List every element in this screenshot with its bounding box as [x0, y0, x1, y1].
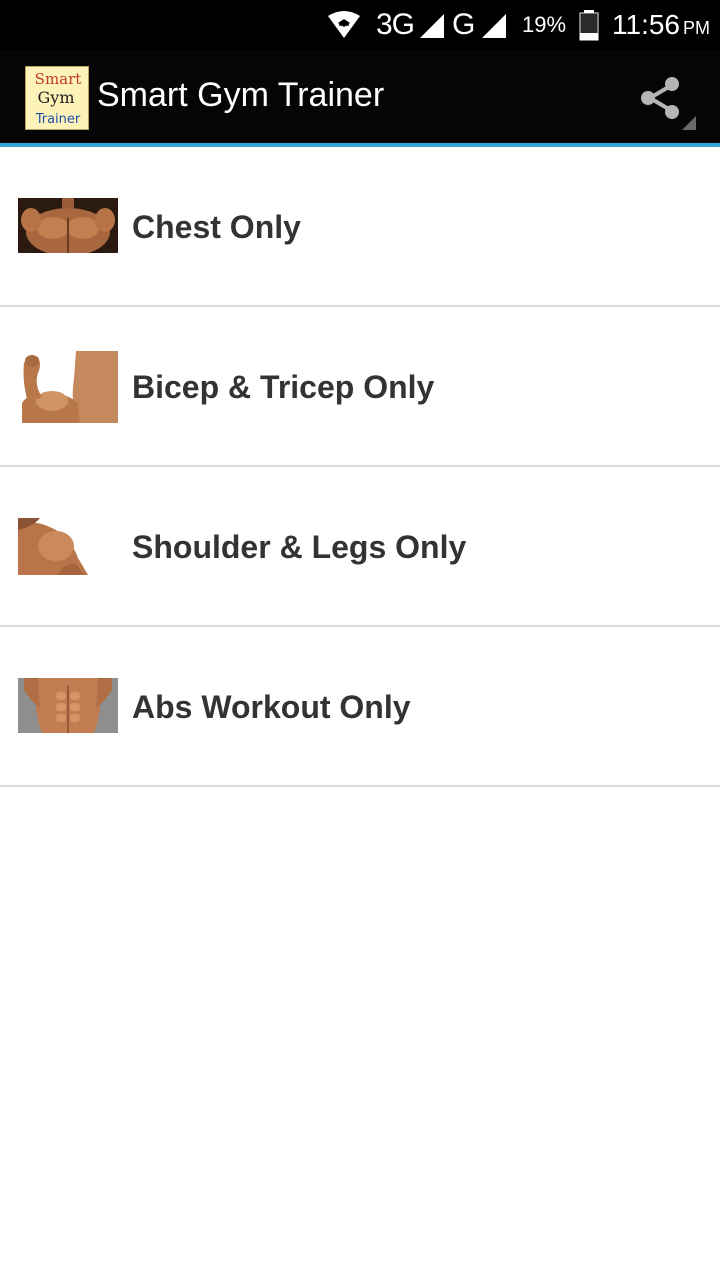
clock-time: 11:56	[612, 9, 680, 40]
list-item-bicep-tricep[interactable]: Bicep & Tricep Only	[0, 307, 720, 467]
app-title: Smart Gym Trainer	[97, 76, 385, 114]
list-item-shoulder-legs[interactable]: Shoulder & Legs Only	[0, 467, 720, 627]
network-type-g: G	[452, 8, 476, 41]
workout-list: Chest Only Bicep & Tricep Only Shoulder …	[0, 147, 720, 787]
chest-thumbnail	[18, 198, 118, 253]
app-logo: Smart Gym Trainer	[25, 66, 89, 130]
battery-percent: 19%	[522, 12, 567, 37]
item-label: Shoulder & Legs Only	[132, 529, 467, 565]
action-bar: Smart Gym Trainer Smart Gym Trainer	[0, 50, 720, 143]
abs-thumbnail	[18, 678, 118, 733]
logo-text-smart: Smart	[35, 70, 82, 88]
network-type-3g: 3G	[376, 8, 415, 41]
clock: 11:56 PM	[612, 0, 710, 50]
item-label: Abs Workout Only	[132, 689, 411, 725]
status-bar: 3G G 19% 11:56 PM	[0, 0, 720, 50]
share-icon	[641, 77, 696, 130]
share-button[interactable]	[630, 64, 700, 134]
list-item-chest[interactable]: Chest Only	[0, 147, 720, 307]
item-label: Chest Only	[132, 209, 301, 245]
logo-text-trainer: Trainer	[35, 112, 81, 127]
shoulder-thumbnail	[18, 518, 90, 575]
list-item-abs[interactable]: Abs Workout Only	[0, 627, 720, 787]
clock-ampm: PM	[683, 17, 710, 38]
item-label: Bicep & Tricep Only	[132, 369, 435, 405]
signal-icon	[480, 0, 508, 50]
logo-text-gym: Gym	[38, 88, 75, 107]
bicep-thumbnail	[18, 351, 118, 423]
signal-icon	[418, 0, 446, 50]
wifi-icon	[326, 0, 362, 50]
battery-icon	[578, 0, 600, 50]
